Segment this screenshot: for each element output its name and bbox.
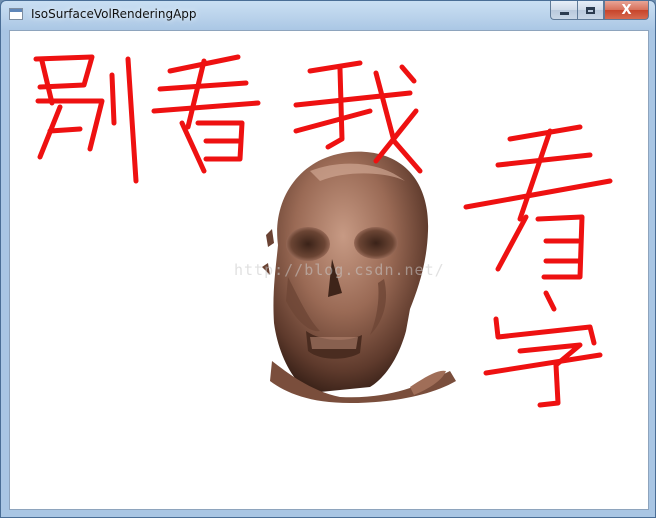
close-icon: X — [621, 2, 632, 18]
close-button[interactable]: X — [604, 1, 649, 20]
watermark-text: http://blog.csdn.net/ — [234, 261, 445, 279]
maximize-icon — [586, 6, 595, 14]
right-eye-socket — [354, 227, 398, 259]
minimize-button[interactable] — [550, 1, 577, 20]
render-viewport[interactable]: http://blog.csdn.net/ — [9, 30, 649, 510]
window-title: IsoSurfaceVolRenderingApp — [31, 7, 197, 21]
maximize-button[interactable] — [577, 1, 604, 20]
teeth-highlight — [310, 337, 358, 349]
title-bar[interactable]: IsoSurfaceVolRenderingApp X — [1, 1, 655, 29]
left-eye-socket — [286, 227, 330, 261]
app-window: IsoSurfaceVolRenderingApp X http://blog.… — [0, 0, 656, 518]
window-controls: X — [550, 1, 649, 21]
app-icon[interactable] — [9, 8, 23, 20]
minimize-icon — [559, 11, 569, 15]
